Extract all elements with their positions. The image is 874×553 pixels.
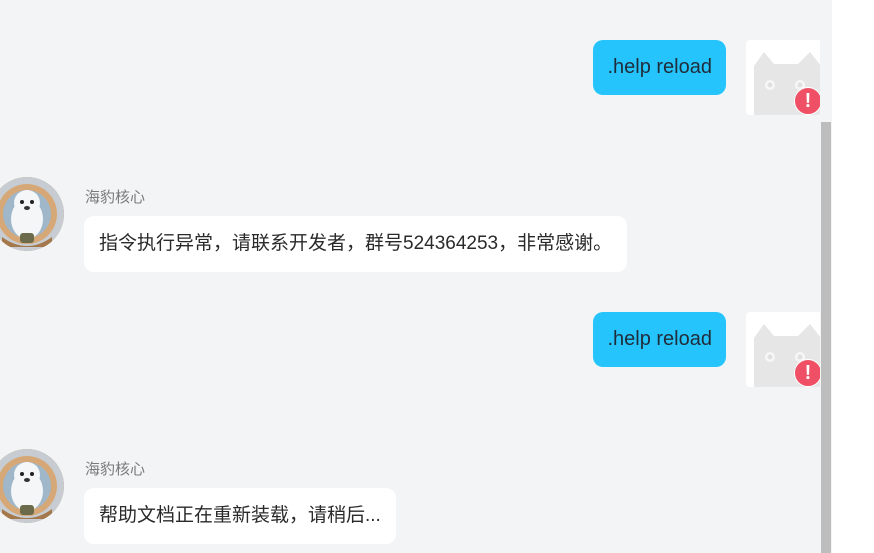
scrollbar-thumb[interactable]: [821, 122, 831, 553]
message-bubble: 帮助文档正在重新装载，请稍后...: [84, 488, 396, 544]
message-bubble: 指令执行异常，请联系开发者，群号524364253，非常感谢。: [84, 216, 628, 272]
message-bubble: .help reload: [593, 40, 726, 95]
send-failed-icon[interactable]: !: [794, 87, 820, 115]
seal-avatar[interactable]: [0, 177, 64, 251]
outgoing-message: ! .help reload: [0, 272, 820, 387]
seal-avatar-icon: [0, 449, 64, 523]
sender-name: 海豹核心: [85, 189, 146, 206]
right-panel-edge: [832, 0, 874, 553]
user-avatar[interactable]: !: [746, 40, 820, 115]
message-bubble: .help reload: [593, 312, 726, 367]
user-avatar[interactable]: !: [746, 312, 820, 387]
send-failed-icon[interactable]: !: [794, 359, 820, 387]
seal-avatar[interactable]: [0, 449, 64, 523]
outgoing-message: ! .help reload: [0, 0, 820, 115]
chat-message-list[interactable]: ! .help reload 海豹核心 指令执行异常，请联系开发者，群号5243…: [0, 0, 820, 553]
seal-avatar-icon: [0, 177, 64, 251]
sender-name: 海豹核心: [85, 461, 146, 478]
